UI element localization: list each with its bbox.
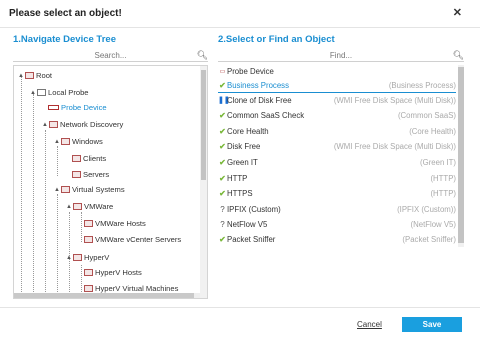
list-item-packet-sniffer[interactable]: ✔ Packet Sniffer (Packet Sniffer) [218, 233, 456, 247]
tree-node-root[interactable]: ▲ Root [18, 70, 52, 82]
list-item-business-process[interactable]: ✔ Business Process (Business Process) [218, 79, 456, 93]
group-icon [25, 71, 34, 79]
list-section-header: 2.Select or Find an Object [218, 34, 335, 45]
group-icon [73, 253, 82, 261]
group-icon [61, 185, 70, 193]
save-button[interactable]: Save [402, 317, 462, 332]
dialog-title: Please select an object! [9, 8, 122, 19]
tree-node-vmware-vcenter-servers[interactable]: VMWare vCenter Servers [84, 234, 181, 246]
select-object-dialog: Please select an object! ✕ 1.Navigate De… [0, 0, 480, 339]
list-item-core-health[interactable]: ✔ Core Health (Core Health) [218, 125, 456, 139]
check-icon: ✔ [219, 158, 226, 167]
header-divider [0, 27, 480, 28]
tree-vertical-scrollbar[interactable] [200, 66, 207, 298]
search-icon[interactable]: 🔍︎ [197, 50, 208, 61]
tree-section-header: 1.Navigate Device Tree [13, 34, 116, 45]
list-scroll-thumb[interactable] [458, 67, 464, 243]
list-item-ipfix-custom[interactable]: ? IPFIX (Custom) (IPFIX (Custom)) [218, 203, 456, 217]
list-item-probe-device[interactable]: ▭ Probe Device [218, 65, 456, 79]
close-icon[interactable]: ✕ [453, 6, 462, 19]
list-item-https[interactable]: ✔ HTTPS (HTTP) [218, 187, 456, 201]
collapse-icon[interactable]: ▲ [42, 119, 49, 131]
tree-node-probe-device[interactable]: Probe Device [48, 102, 107, 114]
device-icon [48, 104, 59, 110]
device-tree: ▲ Root ▲ Local Probe Probe Device ▲ Network… [13, 65, 208, 299]
tree-search-input[interactable]: Search... 🔍︎ [13, 50, 208, 62]
probe-icon [37, 88, 46, 96]
tree-guide [57, 146, 58, 176]
object-search-placeholder: Find... [329, 51, 353, 60]
collapse-icon[interactable]: ▲ [66, 201, 73, 213]
tree-node-windows[interactable]: ▲ Windows [54, 136, 103, 148]
tree-guide [45, 130, 46, 298]
tree-hscroll-thumb[interactable] [14, 293, 194, 298]
collapse-icon[interactable]: ▲ [54, 184, 61, 196]
tree-node-servers[interactable]: Servers [72, 169, 109, 181]
tree-node-virtual-systems[interactable]: ▲ Virtual Systems [54, 184, 125, 196]
tree-node-local-probe[interactable]: ▲ Local Probe [30, 87, 89, 99]
tree-scroll-thumb[interactable] [201, 70, 206, 180]
tree-node-clients[interactable]: Clients [72, 153, 106, 165]
tree-node-vmware[interactable]: ▲ VMWare [66, 201, 113, 213]
device-icon: ▭ [219, 69, 226, 75]
question-icon: ? [220, 220, 225, 229]
check-icon: ✔ [219, 235, 226, 244]
list-item-http[interactable]: ✔ HTTP (HTTP) [218, 172, 456, 186]
check-icon: ✔ [219, 81, 226, 90]
group-icon [61, 137, 70, 145]
tree-guide [21, 76, 22, 298]
object-list: ▭ Probe Device ✔ Business Process (Busin… [218, 65, 464, 247]
group-icon [84, 284, 93, 292]
check-icon: ✔ [219, 111, 226, 120]
collapse-icon[interactable]: ▲ [66, 252, 73, 264]
list-item-netflow-v5[interactable]: ? NetFlow V5 (NetFlow V5) [218, 218, 456, 232]
tree-node-hyperv-hosts[interactable]: HyperV Hosts [84, 267, 142, 279]
tree-node-vmware-hosts[interactable]: VMWare Hosts [84, 218, 146, 230]
group-icon [72, 170, 81, 178]
collapse-icon[interactable]: ▲ [30, 87, 37, 99]
object-search-input[interactable]: Find... 🔍︎ [218, 50, 464, 62]
group-icon [49, 120, 58, 128]
group-icon [72, 154, 81, 162]
tree-guide [57, 194, 58, 298]
list-item-common-saas-check[interactable]: ✔ Common SaaS Check (Common SaaS) [218, 109, 456, 123]
collapse-icon[interactable]: ▲ [54, 136, 61, 148]
cancel-button[interactable]: Cancel [357, 320, 382, 329]
footer-divider [0, 307, 480, 308]
list-vertical-scrollbar[interactable] [458, 65, 464, 247]
tree-node-network-discovery[interactable]: ▲ Network Discovery [42, 119, 123, 131]
check-icon: ✔ [219, 189, 226, 198]
list-item-disk-free[interactable]: ✔ Disk Free (WMI Free Disk Space (Multi … [218, 140, 456, 154]
group-icon [84, 235, 93, 243]
check-icon: ✔ [219, 127, 226, 136]
group-icon [73, 202, 82, 210]
question-icon: ? [220, 205, 225, 214]
group-icon [84, 219, 93, 227]
search-icon[interactable]: 🔍︎ [453, 50, 464, 61]
tree-guide [81, 212, 82, 242]
list-item-clone-of-disk-free[interactable]: ❚❚ Clone of Disk Free (WMI Free Disk Spa… [218, 94, 456, 108]
check-icon: ✔ [219, 174, 226, 183]
tree-search-placeholder: Search... [94, 51, 127, 60]
group-icon [84, 268, 93, 276]
list-item-green-it[interactable]: ✔ Green IT (Green IT) [218, 156, 456, 170]
check-icon: ✔ [219, 142, 226, 151]
pause-icon: ❚❚ [218, 97, 230, 104]
tree-node-hyperv[interactable]: ▲ HyperV [66, 252, 109, 264]
collapse-icon[interactable]: ▲ [18, 70, 25, 82]
tree-horizontal-scrollbar[interactable] [14, 293, 200, 298]
tree-guide [33, 94, 34, 298]
